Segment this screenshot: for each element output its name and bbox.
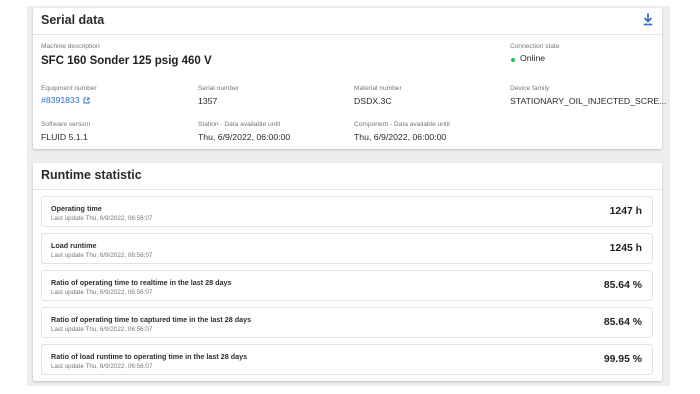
component-data-label: Component - Data available until [354, 121, 450, 128]
metric-last-update: Last update Thu, 6/9/2022, 06:56:07 [51, 326, 153, 333]
application-canvas: Serial data Machine description SFC 160 … [0, 0, 700, 394]
equipment-number-value: #8391833 [41, 95, 80, 105]
serial-data-header: Serial data [33, 8, 662, 35]
machine-description-value: SFC 160 Sonder 125 psig 460 V [41, 55, 212, 67]
operating-time-row: Operating time Last update Thu, 6/9/2022… [41, 196, 653, 227]
serial-number-value: 1357 [198, 96, 218, 106]
metric-last-update: Last update Thu, 6/9/2022, 06:56:07 [51, 252, 153, 259]
serial-number-label: Serial number [198, 85, 240, 92]
station-data-value: Thu, 6/9/2022, 06:00:00 [198, 132, 291, 142]
metric-value: 99.95 % [603, 354, 642, 365]
metric-value: 85.64 % [603, 317, 642, 328]
serial-data-title: Serial data [41, 13, 105, 27]
metric-last-update: Last update Thu, 6/9/2022, 06:56:07 [51, 215, 153, 222]
material-number-value: DSDX.3C [354, 96, 392, 106]
serial-data-card: Serial data Machine description SFC 160 … [33, 8, 666, 149]
software-version-label: Software version [41, 121, 91, 128]
metric-value: 1247 h [609, 206, 642, 217]
station-data-label: Station - Data available until [198, 121, 281, 128]
metric-label: Ratio of load runtime to operating time … [51, 352, 248, 361]
load-runtime-ratio-row: Ratio of load runtime to operating time … [41, 344, 653, 375]
equipment-number-link[interactable]: #8391833 [41, 95, 90, 105]
connection-state-value: Online [520, 53, 546, 63]
metric-label: Ratio of operating time to realtime in t… [51, 278, 232, 287]
load-runtime-row: Load runtime Last update Thu, 6/9/2022, … [41, 233, 653, 264]
runtime-statistic-title: Runtime statistic [41, 168, 142, 182]
metric-label: Load runtime [51, 241, 97, 250]
device-family-label: Device family [510, 85, 550, 92]
online-status-dot-icon [511, 58, 515, 62]
metric-label: Ratio of operating time to captured time… [51, 315, 252, 324]
metric-value: 85.64 % [603, 280, 642, 291]
device-family-value: STATIONARY_OIL_INJECTED_SCRE... [510, 96, 667, 106]
metric-last-update: Last update Thu, 6/9/2022, 06:56:07 [51, 363, 153, 370]
software-version-value: FLUID 5.1.1 [41, 132, 88, 142]
equipment-number-label: Equipment number [41, 85, 97, 92]
material-number-label: Material number [354, 85, 402, 92]
runtime-statistic-header: Runtime statistic [33, 163, 662, 190]
external-link-icon [83, 97, 90, 104]
machine-description-label: Machine description [41, 43, 100, 50]
runtime-statistic-card: Runtime statistic Operating time Last up… [33, 163, 662, 381]
captured-time-ratio-row: Ratio of operating time to captured time… [41, 307, 653, 338]
realtime-ratio-row: Ratio of operating time to realtime in t… [41, 270, 653, 301]
metric-label: Operating time [51, 204, 102, 213]
connection-state-label: Connection state [510, 43, 560, 50]
download-icon [643, 13, 653, 26]
metric-value: 1245 h [609, 243, 642, 254]
download-button[interactable] [642, 13, 654, 27]
component-data-value: Thu, 6/9/2022, 06:00:00 [354, 132, 447, 142]
metric-last-update: Last update Thu, 6/9/2022, 06:56:07 [51, 289, 153, 296]
